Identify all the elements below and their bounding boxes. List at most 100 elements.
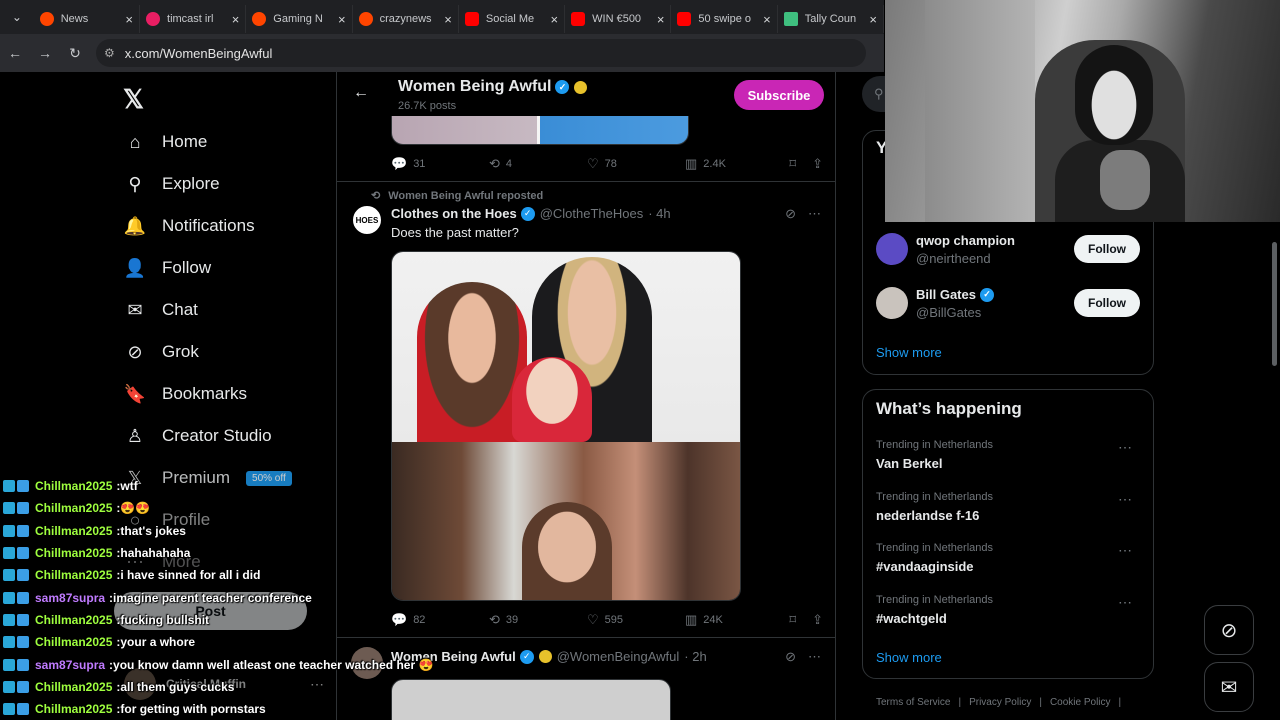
more-dots-icon[interactable]: ⋯ — [1118, 542, 1132, 559]
chat-text: hahahahaha — [120, 546, 191, 561]
tally-favicon-icon — [783, 12, 798, 26]
nav-explore[interactable]: ⚲ Explore — [122, 163, 292, 205]
more-dots-icon[interactable]: ⋯ — [1118, 491, 1132, 508]
chat-username: Chillman2025 — [35, 546, 113, 561]
views-button[interactable]: ▥ 24K — [685, 612, 783, 628]
back-arrow-icon[interactable]: ← — [0, 45, 30, 61]
nav-chat[interactable]: ✉ Chat — [122, 289, 292, 331]
trend-title: nederlandse f-16 — [876, 508, 980, 523]
author-handle[interactable]: @ClotheTheHoes — [540, 206, 644, 221]
tab-close-icon[interactable]: × — [338, 12, 346, 27]
trend-title: #vandaaginside — [876, 559, 974, 574]
follow-button[interactable]: Follow — [1074, 235, 1140, 263]
grok-icon[interactable]: ⊘ — [785, 206, 796, 222]
tweet-text: Does the past matter? — [391, 225, 519, 240]
like-button[interactable]: ♡ 78 — [587, 156, 685, 172]
show-more-link[interactable]: Show more — [876, 345, 942, 360]
subscribe-button[interactable]: Subscribe — [734, 80, 824, 110]
nav-home[interactable]: ⌂ Home — [122, 121, 292, 163]
trend-item[interactable]: Trending in Netherlands #wachtgeld ⋯ — [876, 594, 1140, 636]
grok-icon[interactable]: ⊘ — [785, 649, 796, 665]
nav-bookmarks[interactable]: 🔖 Bookmarks — [122, 373, 292, 415]
chat-message: Chillman2025 : all them guys cucks — [3, 676, 443, 698]
bell-icon: 🔔 — [123, 215, 147, 236]
suggestion-row[interactable]: Bill Gates ✓ @BillGates Follow — [876, 283, 1140, 323]
views-button[interactable]: ▥ 2.4K — [685, 156, 783, 172]
badge-icon — [17, 680, 29, 693]
author-handle[interactable]: @WomenBeingAwful — [557, 649, 680, 664]
more-dots-icon[interactable]: ⋯ — [1118, 594, 1132, 611]
stream-chat-overlay: Chillman2025 : wtf Chillman2025 : 😍😍 Chi… — [3, 475, 443, 720]
site-info-icon[interactable]: ⚙ — [104, 46, 115, 60]
x-logo-icon[interactable]: 𝕏 — [123, 84, 144, 115]
tab-close-icon[interactable]: × — [763, 12, 771, 27]
previous-tweet-media[interactable] — [391, 116, 689, 145]
tweet-media[interactable] — [391, 251, 741, 601]
tab-close-icon[interactable]: × — [551, 12, 559, 27]
tab-close-icon[interactable]: × — [125, 12, 133, 27]
author-name[interactable]: Clothes on the Hoes — [391, 206, 517, 221]
grok-icon: ⊘ — [127, 341, 143, 362]
tab-6[interactable]: 50 swipe o × — [671, 5, 778, 33]
tab-search-chevron-icon[interactable]: ⌄ — [0, 0, 34, 34]
tab-close-icon[interactable]: × — [657, 12, 665, 27]
trend-item[interactable]: Trending in Netherlands nederlandse f-16 ⋯ — [876, 491, 1140, 533]
webcam-overlay — [885, 0, 1280, 222]
repost-button[interactable]: ⟲ 39 — [489, 612, 587, 628]
bookmark-icon[interactable]: ⌑ — [789, 156, 796, 172]
nav-follow[interactable]: 👤 Follow — [122, 247, 292, 289]
chat-text: your a whore — [120, 635, 196, 650]
cookie-link[interactable]: Cookie Policy — [1050, 697, 1111, 708]
messages-fab-icon[interactable]: ✉ — [1204, 662, 1254, 712]
chat-username: Chillman2025 — [35, 679, 113, 694]
follow-button[interactable]: Follow — [1074, 289, 1140, 317]
bookmark-icon[interactable]: ⌑ — [789, 612, 796, 628]
more-dots-icon[interactable]: ⋯ — [808, 649, 821, 665]
share-icon[interactable]: ⇪ — [812, 612, 823, 628]
tab-1[interactable]: timcast irl × — [140, 5, 247, 33]
grok-fab-icon[interactable]: ⊘ — [1204, 605, 1254, 655]
repost-indicator[interactable]: ⟲ Women Being Awful reposted — [371, 189, 543, 203]
reply-button[interactable]: 💬 31 — [391, 156, 489, 172]
privacy-link[interactable]: Privacy Policy — [969, 697, 1031, 708]
repost-button[interactable]: ⟲ 4 — [489, 156, 587, 172]
nav-label: Notifications — [162, 216, 255, 235]
tab-7[interactable]: Tally Coun × — [778, 5, 884, 33]
tab-close-icon[interactable]: × — [444, 12, 452, 27]
tab-5[interactable]: WIN €500 × — [565, 5, 672, 33]
share-icon[interactable]: ⇪ — [812, 156, 823, 172]
tab-close-icon[interactable]: × — [232, 12, 240, 27]
badge-icon — [3, 569, 15, 582]
more-dots-icon[interactable]: ⋯ — [808, 206, 821, 222]
badge-icon — [17, 547, 29, 560]
nav-notifications[interactable]: 🔔 Notifications — [122, 205, 292, 247]
tab-2[interactable]: Gaming N × — [246, 5, 353, 33]
back-arrow-icon[interactable]: ← — [353, 84, 369, 102]
verified-badge-icon: ✓ — [555, 80, 570, 94]
tab-close-icon[interactable]: × — [869, 12, 877, 27]
tab-4[interactable]: Social Me × — [459, 5, 566, 33]
chat-text: fucking bullshit — [120, 612, 210, 627]
nav-creator-studio[interactable]: ♙ Creator Studio — [122, 415, 292, 457]
tweet-time[interactable]: · 4h — [648, 206, 670, 221]
scroll-thumb[interactable] — [1272, 242, 1277, 366]
reload-icon[interactable]: ↻ — [60, 45, 90, 62]
like-button[interactable]: ♡ 595 — [587, 612, 685, 628]
more-dots-icon[interactable]: ⋯ — [1118, 439, 1132, 456]
suggestion-row[interactable]: qwop champion @neirtheend Follow — [876, 229, 1140, 269]
nav-grok[interactable]: ⊘ Grok — [122, 331, 292, 373]
tweet-time[interactable]: · 2h — [684, 649, 706, 664]
bookmark-icon: 🔖 — [123, 383, 147, 404]
tab-0[interactable]: News × — [34, 5, 141, 33]
url-input[interactable]: ⚙ x.com/WomenBeingAwful — [96, 39, 866, 67]
forward-arrow-icon[interactable]: → — [30, 45, 60, 61]
terms-link[interactable]: Terms of Service — [876, 697, 950, 708]
tab-3[interactable]: crazynews × — [353, 5, 459, 33]
address-bar: ← → ↻ ⚙ x.com/WomenBeingAwful — [0, 34, 884, 72]
show-more-link[interactable]: Show more — [876, 650, 942, 665]
trend-item[interactable]: Trending in Netherlands Van Berkel ⋯ — [876, 439, 1140, 481]
nav-label: Follow — [162, 258, 212, 277]
trend-item[interactable]: Trending in Netherlands #vandaaginside ⋯ — [876, 542, 1140, 584]
avatar[interactable]: HOES — [351, 204, 383, 236]
chat-username: sam87supra — [35, 590, 106, 605]
